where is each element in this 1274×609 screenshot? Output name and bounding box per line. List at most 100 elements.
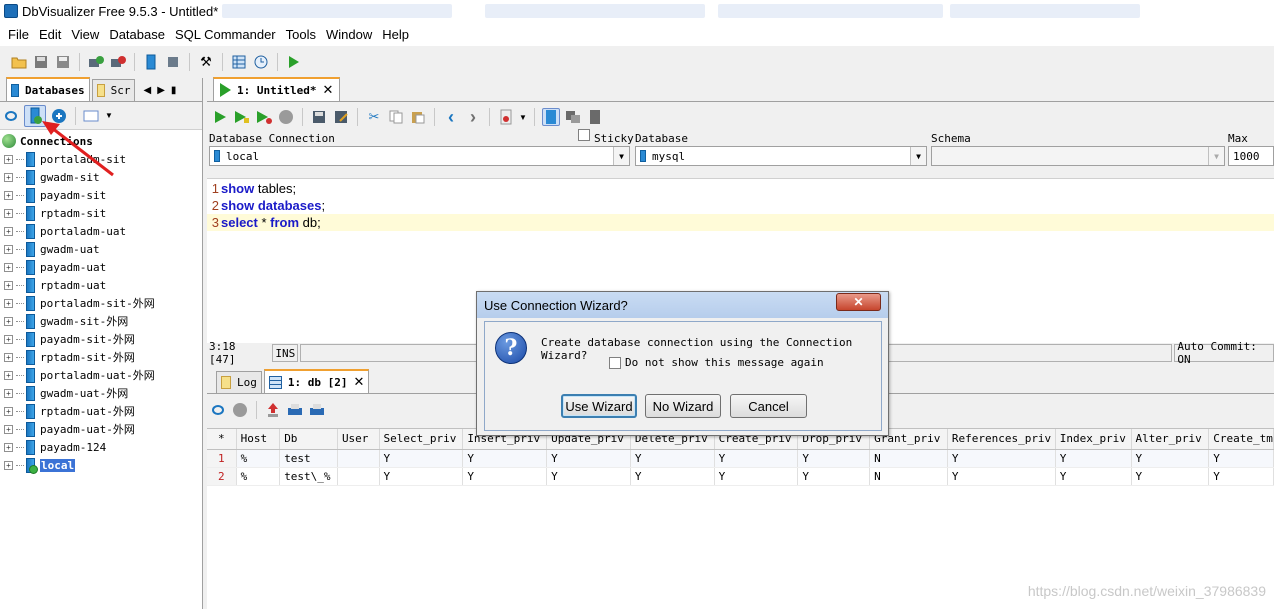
use-wizard-button[interactable]: Use Wizard xyxy=(561,394,637,418)
column-header[interactable]: Host xyxy=(236,429,281,450)
tree-connection-item[interactable]: + payadm-uat xyxy=(0,258,202,276)
close-tab-icon[interactable]: ✕ xyxy=(322,82,333,98)
open-folder-icon[interactable] xyxy=(10,53,28,71)
expand-icon[interactable]: + xyxy=(4,442,13,452)
database-select[interactable]: mysql ▼ xyxy=(635,146,927,166)
expand-icon[interactable]: + xyxy=(4,190,13,200)
expand-icon[interactable]: + xyxy=(4,244,13,254)
export-icon[interactable] xyxy=(264,401,282,419)
table-cell[interactable]: Y xyxy=(714,467,799,486)
table-cell[interactable]: Y xyxy=(630,449,715,468)
print-preview-icon[interactable] xyxy=(308,401,326,419)
cancel-button[interactable]: Cancel xyxy=(730,394,807,418)
menu-tools[interactable]: Tools xyxy=(282,27,320,42)
table-cell[interactable]: Y xyxy=(797,467,871,486)
run-script-icon[interactable] xyxy=(285,53,303,71)
forward-icon[interactable]: › xyxy=(464,107,482,127)
table-cell[interactable]: Y xyxy=(1055,449,1132,468)
tree-connection-item[interactable]: + portaladm-uat xyxy=(0,222,202,240)
table-row[interactable]: 2% test\_% Y Y Y Y Y Y N Y Y Y Y xyxy=(207,467,1274,486)
table-cell[interactable]: Y xyxy=(714,449,799,468)
table-cell[interactable]: Y xyxy=(630,467,715,486)
table-cell[interactable]: Y xyxy=(462,449,548,468)
text-view-icon[interactable] xyxy=(586,108,604,126)
table-cell[interactable]: Y xyxy=(1131,467,1210,486)
table-row[interactable]: 1% test Y Y Y Y Y Y N Y Y Y Y xyxy=(207,449,1274,468)
expand-icon[interactable]: + xyxy=(4,352,13,362)
tree-connection-item[interactable]: + rptadm-uat xyxy=(0,276,202,294)
table-cell[interactable]: % xyxy=(236,467,281,486)
table-cell[interactable]: Y xyxy=(1208,449,1274,468)
dropdown-arrow-icon[interactable]: ▼ xyxy=(519,113,527,122)
add-connection-icon[interactable] xyxy=(87,53,105,71)
expand-icon[interactable]: + xyxy=(4,388,13,398)
monitor-icon[interactable] xyxy=(252,53,270,71)
stop-icon[interactable] xyxy=(277,108,295,126)
tree-connection-item[interactable]: + rptadm-sit-外网 xyxy=(0,348,202,366)
tree-connection-item[interactable]: + rptadm-uat-外网 xyxy=(0,402,202,420)
tab-log[interactable]: Log xyxy=(216,371,262,393)
sticky-checkbox[interactable] xyxy=(578,129,590,141)
tree-connection-item[interactable]: + portaladm-sit xyxy=(0,150,202,168)
table-cell[interactable]: Y xyxy=(462,467,548,486)
column-header[interactable]: Db xyxy=(279,429,338,450)
tab-databases[interactable]: Databases xyxy=(6,77,90,101)
expand-icon[interactable]: + xyxy=(4,406,13,416)
no-wizard-button[interactable]: No Wizard xyxy=(645,394,721,418)
save-icon[interactable] xyxy=(310,108,328,126)
tree-connection-item[interactable]: + portaladm-uat-外网 xyxy=(0,366,202,384)
expand-icon[interactable]: + xyxy=(4,460,13,470)
table-cell[interactable]: N xyxy=(869,449,948,468)
tree-connection-item[interactable]: + payadm-uat-外网 xyxy=(0,420,202,438)
tree-connection-item[interactable]: + gwadm-uat xyxy=(0,240,202,258)
table-cell[interactable]: Y xyxy=(1208,467,1274,486)
auto-commit-status[interactable]: Auto Commit: ON xyxy=(1174,340,1274,366)
execute-icon[interactable] xyxy=(211,108,229,126)
refresh-icon[interactable] xyxy=(2,107,20,125)
column-header[interactable]: Create_tm xyxy=(1208,429,1274,450)
paste-icon[interactable] xyxy=(409,108,427,126)
execute-current-icon[interactable] xyxy=(233,108,251,126)
menu-edit[interactable]: Edit xyxy=(35,27,65,42)
create-connection-button[interactable] xyxy=(24,104,46,127)
tab-scroll-left-icon[interactable]: ◀ xyxy=(143,85,151,96)
table-cell[interactable]: % xyxy=(236,449,281,468)
table-cell[interactable]: Y xyxy=(1131,449,1210,468)
tab-list-icon[interactable]: ▮ xyxy=(171,85,177,96)
dialog-close-button[interactable]: ✕ xyxy=(836,293,881,311)
tools-icon[interactable]: ⚒ xyxy=(197,53,215,71)
history-icon[interactable] xyxy=(497,108,515,126)
table-cell[interactable]: Y xyxy=(546,467,631,486)
table-cell[interactable]: Y xyxy=(546,449,631,468)
expand-icon[interactable]: + xyxy=(4,334,13,344)
expand-icon[interactable]: + xyxy=(4,424,13,434)
tree-connection-item[interactable]: + payadm-sit xyxy=(0,186,202,204)
tree-connection-item[interactable]: + rptadm-sit xyxy=(0,204,202,222)
expand-icon[interactable]: + xyxy=(4,262,13,272)
table-cell[interactable] xyxy=(337,449,380,468)
column-header[interactable]: References_priv xyxy=(947,429,1056,450)
database-icon[interactable] xyxy=(142,53,160,71)
cut-icon[interactable]: ✂ xyxy=(365,108,383,126)
split-view-icon[interactable] xyxy=(564,108,582,126)
tab-untitled[interactable]: 1: Untitled* ✕ xyxy=(213,77,341,101)
expand-icon[interactable]: + xyxy=(4,316,13,326)
connect-icon[interactable] xyxy=(50,107,68,125)
expand-icon[interactable]: + xyxy=(4,208,13,218)
menu-sql-commander[interactable]: SQL Commander xyxy=(171,27,280,42)
menu-window[interactable]: Window xyxy=(322,27,376,42)
execute-buffer-icon[interactable] xyxy=(255,108,273,126)
tab-result-grid[interactable]: 1: db [2] ✕ xyxy=(263,369,370,393)
column-header[interactable]: Select_priv xyxy=(379,429,464,450)
table-cell[interactable]: Y xyxy=(947,449,1056,468)
save-all-icon[interactable] xyxy=(54,53,72,71)
table-cell[interactable]: Y xyxy=(947,467,1056,486)
expand-icon[interactable]: + xyxy=(4,298,13,308)
save-icon[interactable] xyxy=(32,53,50,71)
refresh-icon[interactable] xyxy=(209,401,227,419)
print-icon[interactable] xyxy=(286,401,304,419)
tree-connection-item[interactable]: + portaladm-sit-外网 xyxy=(0,294,202,312)
column-header[interactable]: Index_priv xyxy=(1055,429,1132,450)
menu-database[interactable]: Database xyxy=(105,27,169,42)
tree-connection-item[interactable]: + payadm-124 xyxy=(0,438,202,456)
